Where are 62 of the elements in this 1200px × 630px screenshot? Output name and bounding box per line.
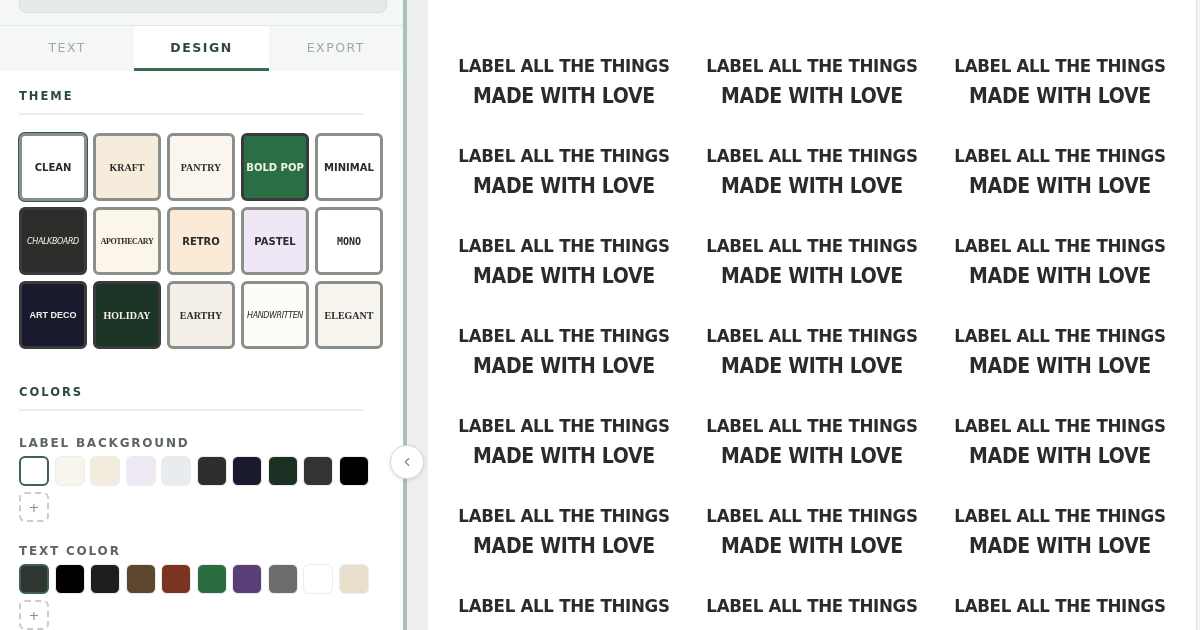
theme-tile[interactable]: MINIMAL (315, 133, 383, 201)
label-text: MADE WITH LOVE (969, 353, 1151, 380)
theme-tile[interactable]: CHALKBOARD (19, 207, 87, 275)
label-text: MADE WITH LOVE (721, 533, 903, 560)
label-text: LABEL ALL THE THINGS (954, 234, 1166, 258)
label-text: LABEL ALL THE THINGS (706, 234, 918, 258)
theme-tile[interactable]: KRAFT (93, 133, 161, 201)
group-label: TEXT COLOR (19, 544, 122, 558)
label-text: LABEL ALL THE THINGS (954, 504, 1166, 528)
label-text: MADE WITH LOVE (969, 173, 1151, 200)
label-text: MADE WITH LOVE (721, 263, 903, 290)
theme-tile[interactable]: HOLIDAY (93, 281, 161, 349)
color-swatch[interactable] (19, 564, 49, 594)
label-text: LABEL ALL THE THINGS (458, 324, 670, 348)
theme-tile[interactable]: APOTHECARY (93, 207, 161, 275)
label-text: LABEL ALL THE THINGS (706, 504, 918, 528)
label-text: LABEL ALL THE THINGS (706, 324, 918, 348)
label-text: LABEL ALL THE THINGS (954, 54, 1166, 78)
label-text: LABEL ALL THE THINGS (706, 414, 918, 438)
label-text: MADE WITH LOVE (721, 443, 903, 470)
label-text: LABEL ALL THE THINGS (954, 414, 1166, 438)
theme-tile[interactable]: BOLD POP (241, 133, 309, 201)
label-text: MADE WITH LOVE (969, 263, 1151, 290)
label-text: MADE WITH LOVE (473, 443, 655, 470)
label-text: MADE WITH LOVE (473, 173, 655, 200)
label-text: MADE WITH LOVE (969, 533, 1151, 560)
label-text: MADE WITH LOVE (721, 353, 903, 380)
label-text: LABEL ALL THE THINGS (954, 144, 1166, 168)
label-text: MADE WITH LOVE (473, 83, 655, 110)
group-label: LABEL BACKGROUND (19, 436, 191, 450)
section-heading: THEME (19, 89, 364, 115)
theme-tile[interactable]: PANTRY (167, 133, 235, 201)
label-text: MADE WITH LOVE (473, 353, 655, 380)
label-text: MADE WITH LOVE (969, 443, 1151, 470)
theme-tile[interactable]: MONO (315, 207, 383, 275)
label-text: LABEL ALL THE THINGS (458, 414, 670, 438)
color-swatch[interactable] (19, 456, 49, 486)
label-text: MADE WITH LOVE (473, 533, 655, 560)
theme-tile[interactable]: CLEAN (19, 133, 87, 201)
theme-tile[interactable]: PASTEL (241, 207, 309, 275)
label-text: LABEL ALL THE THINGS (706, 594, 918, 618)
theme-tile[interactable]: EARTHY (167, 281, 235, 349)
input-field[interactable] (19, 0, 387, 13)
theme-tile[interactable]: RETRO (167, 207, 235, 275)
section-heading: COLORS (19, 385, 364, 411)
label-text: LABEL ALL THE THINGS (706, 54, 918, 78)
label-text: LABEL ALL THE THINGS (954, 324, 1166, 348)
label-text: LABEL ALL THE THINGS (954, 594, 1166, 618)
label-text: LABEL ALL THE THINGS (706, 144, 918, 168)
tab[interactable]: DESIGN (134, 26, 269, 71)
label-text: MADE WITH LOVE (473, 263, 655, 290)
label-text: LABEL ALL THE THINGS (458, 54, 670, 78)
theme-tile[interactable]: ELEGANT (315, 281, 383, 349)
label-text: MADE WITH LOVE (721, 173, 903, 200)
label-text: LABEL ALL THE THINGS (458, 144, 670, 168)
label-text: LABEL ALL THE THINGS (458, 504, 670, 528)
theme-tile[interactable]: ART DECO (19, 281, 87, 349)
label-text: LABEL ALL THE THINGS (458, 594, 670, 618)
label-text: MADE WITH LOVE (721, 83, 903, 110)
theme-tile[interactable]: HANDWRITTEN (241, 281, 309, 349)
label-text: MADE WITH LOVE (969, 83, 1151, 110)
label-text: LABEL ALL THE THINGS (458, 234, 670, 258)
